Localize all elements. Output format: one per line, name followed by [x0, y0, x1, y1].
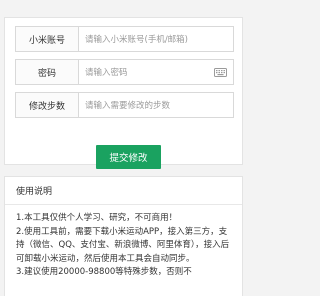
instruction-item: 2.使用工具前，需要下载小米运动APP，接入第三方，支持（微信、QQ、支付宝、新…	[16, 226, 230, 264]
password-row: 密码	[15, 59, 234, 85]
instruction-item: 3.建议使用20000-98800等特殊步数，否则不	[16, 267, 192, 277]
step-form-card: 小米账号 密码	[4, 17, 243, 169]
steps-label: 修改步数	[15, 92, 78, 118]
account-field-wrap	[78, 26, 234, 52]
steps-field-wrap	[78, 92, 234, 118]
account-label: 小米账号	[15, 26, 78, 52]
password-label: 密码	[15, 59, 78, 85]
account-row: 小米账号	[15, 26, 234, 52]
steps-row: 修改步数	[15, 92, 234, 118]
instructions-title: 使用说明	[5, 177, 242, 205]
password-input[interactable]	[79, 61, 233, 85]
account-input[interactable]	[79, 28, 233, 52]
page: 小米账号 密码	[0, 0, 247, 296]
steps-input[interactable]	[79, 94, 233, 118]
instructions-body: 1.本工具仅供个人学习、研究，不可商用！ 2.使用工具前，需要下载小米运动APP…	[5, 205, 242, 280]
submit-button[interactable]: 提交修改	[96, 145, 161, 169]
instruction-item: 1.本工具仅供个人学习、研究，不可商用！	[16, 213, 178, 223]
keyboard-icon[interactable]	[214, 68, 227, 77]
instructions-card: 使用说明 1.本工具仅供个人学习、研究，不可商用！ 2.使用工具前，需要下载小米…	[4, 176, 243, 296]
password-field-wrap	[78, 59, 234, 85]
